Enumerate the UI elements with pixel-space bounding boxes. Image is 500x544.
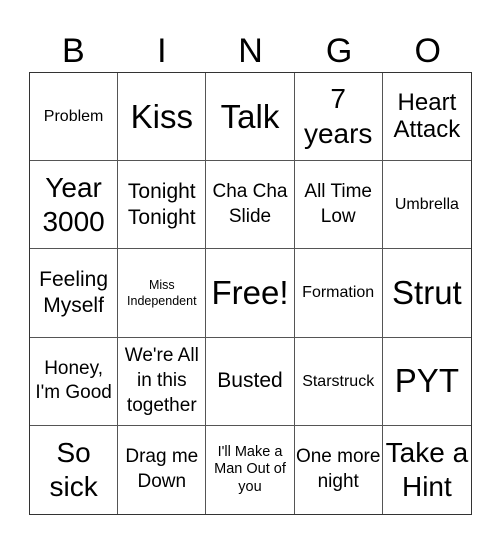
header-letter-o: O: [414, 32, 441, 70]
bingo-cell[interactable]: One more night: [295, 425, 383, 514]
bingo-cell[interactable]: Year 3000: [30, 161, 119, 250]
bingo-cell[interactable]: Strut: [382, 249, 471, 338]
bingo-cell[interactable]: Feeling Myself: [30, 249, 119, 338]
bingo-cell[interactable]: Problem: [30, 73, 119, 162]
header-letter-g: G: [325, 32, 353, 70]
header-letter-i: I: [157, 32, 167, 70]
bingo-cell[interactable]: So sick: [30, 425, 119, 514]
bingo-cell[interactable]: Free!: [206, 249, 295, 338]
bingo-cell[interactable]: Tonight Tonight: [118, 161, 207, 250]
bingo-cell[interactable]: Take a Hint: [383, 426, 471, 514]
header-letter-n: N: [238, 32, 263, 70]
bingo-cell[interactable]: Honey, I'm Good: [30, 337, 119, 426]
bingo-cell[interactable]: Formation: [294, 249, 383, 338]
header-letter-b: B: [61, 32, 85, 70]
bingo-cell[interactable]: Miss Independent: [118, 249, 207, 338]
bingo-cell[interactable]: We're All in this together: [118, 337, 207, 426]
bingo-cell[interactable]: Cha Cha Slide: [206, 161, 295, 250]
bingo-header: B I N G O: [29, 30, 472, 72]
bingo-cell[interactable]: Talk: [206, 73, 295, 162]
bingo-card-grid: Problem Kiss Talk 7 years Heart Attack Year 3…: [29, 72, 472, 515]
bingo-cell[interactable]: Kiss: [118, 73, 207, 162]
bingo-cell[interactable]: Starstruck: [294, 337, 383, 426]
bingo-cell[interactable]: PYT: [382, 338, 471, 426]
bingo-cell[interactable]: Busted: [206, 337, 295, 426]
bingo-cell[interactable]: 7 years: [294, 73, 383, 162]
bingo-cell[interactable]: Drag me Down: [118, 425, 207, 514]
bingo-cell[interactable]: I'll Make a Man Out of you: [206, 425, 295, 514]
bingo-cell[interactable]: Heart Attack: [382, 73, 471, 162]
bingo-cell[interactable]: Umbrella: [382, 161, 471, 250]
bingo-cell[interactable]: All Time Low: [294, 161, 383, 250]
